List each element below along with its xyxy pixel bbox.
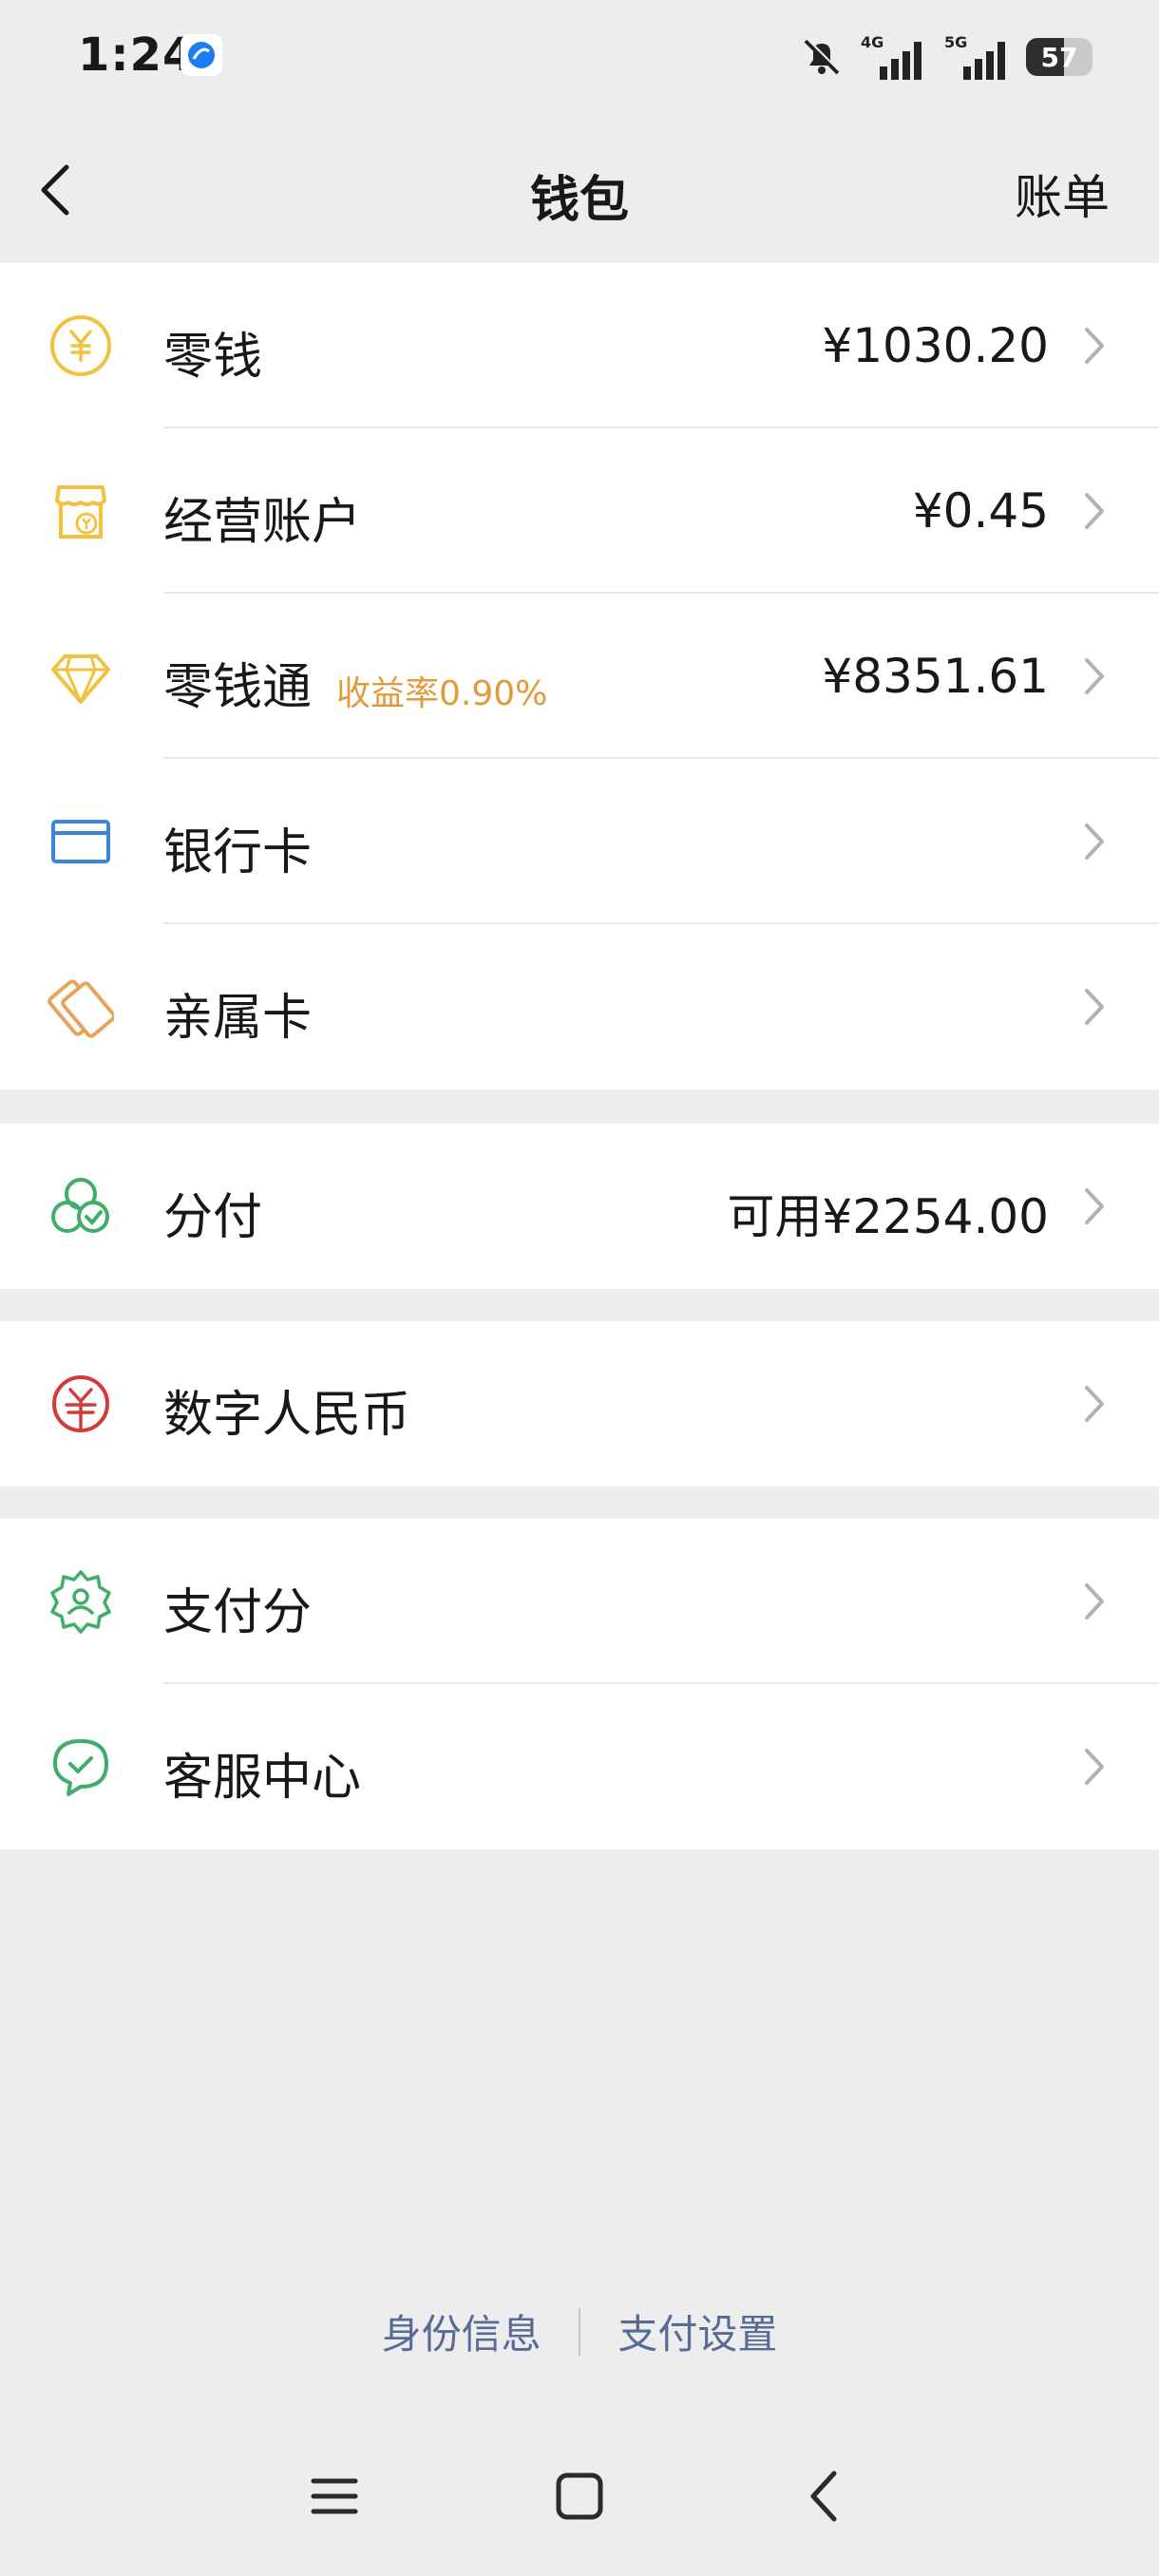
- wallet-item-lingqiantong[interactable]: 零钱通 收益率0.90% ¥8351.61: [0, 594, 1159, 759]
- status-time: 1:24: [78, 28, 196, 82]
- home-icon[interactable]: [542, 2458, 618, 2534]
- signal-4g-icon: 4G: [861, 33, 922, 80]
- chevron-right-icon: [1085, 1583, 1104, 1619]
- battery-level: 57: [1040, 41, 1078, 73]
- item-label: 支付分: [163, 1584, 313, 1641]
- item-label: 银行卡: [163, 824, 313, 881]
- family-card-icon: [48, 979, 114, 1038]
- chevron-right-icon: [1085, 658, 1104, 694]
- wallet-main-group: 零钱 ¥1030.20 经营账户 ¥0.45 零钱通 收益率0.90% ¥8351…: [0, 263, 1159, 1089]
- yuan-coin-icon: [50, 315, 111, 376]
- digital-rmb-group: 数字人民币: [0, 1321, 1159, 1487]
- battery-icon: 57: [1026, 38, 1092, 76]
- item-value: ¥8351.61: [822, 649, 1049, 704]
- digital-rmb-icon: [52, 1375, 109, 1432]
- wallet-item-fenfu[interactable]: 分付 可用¥2254.00: [0, 1124, 1159, 1289]
- status-icons: 4G 5G 57: [800, 28, 1092, 85]
- page-title: 钱包: [529, 172, 629, 229]
- payment-settings-link[interactable]: 支付设置: [618, 2302, 777, 2360]
- mute-bell-icon: [804, 38, 841, 75]
- chevron-right-icon: [1085, 989, 1104, 1025]
- menu-icon[interactable]: [296, 2458, 372, 2534]
- bank-card-icon: [51, 820, 110, 863]
- shop-account-icon: [55, 485, 106, 539]
- installment-group: 分付 可用¥2254.00: [0, 1124, 1159, 1289]
- network-5g-label: 5G: [944, 33, 967, 51]
- nav-back-icon[interactable]: [787, 2458, 863, 2534]
- chevron-right-icon: [1085, 493, 1104, 529]
- item-label: 亲属卡: [163, 990, 313, 1047]
- wallet-item-customer-service[interactable]: 客服中心: [0, 1684, 1159, 1849]
- footer-links: 身份信息 支付设置: [0, 2302, 1159, 2360]
- customer-service-icon: [53, 1739, 108, 1796]
- wallet-item-business-account[interactable]: 经营账户 ¥0.45: [0, 428, 1159, 594]
- footer-divider: [579, 2307, 580, 2356]
- item-value: 可用¥2254.00: [727, 1189, 1049, 1244]
- item-value: ¥0.45: [912, 483, 1049, 539]
- wallet-item-change[interactable]: 零钱 ¥1030.20: [0, 263, 1159, 428]
- item-label-text: 零钱通: [163, 659, 313, 716]
- bill-button[interactable]: 账单: [1015, 160, 1110, 228]
- item-label: 分付: [163, 1189, 263, 1246]
- wallet-item-payscore[interactable]: 支付分: [0, 1519, 1159, 1684]
- wallet-item-bank-card[interactable]: 银行卡: [0, 759, 1159, 924]
- diamond-icon: [51, 654, 110, 704]
- wallet-item-family-card[interactable]: 亲属卡: [0, 924, 1159, 1089]
- item-label: 经营账户: [163, 494, 362, 551]
- item-label: 零钱通 收益率0.90%: [163, 647, 547, 718]
- chevron-right-icon: [1085, 824, 1104, 860]
- chevron-right-icon: [1085, 1188, 1104, 1224]
- installment-icon: [51, 1178, 109, 1233]
- item-label: 零钱: [163, 329, 263, 386]
- status-bar: 1:24 4G 5G 57: [0, 0, 1159, 114]
- chevron-right-icon: [1085, 1749, 1104, 1785]
- item-label: 客服中心: [163, 1750, 362, 1807]
- item-label: 数字人民币: [163, 1387, 411, 1444]
- chevron-right-icon: [1085, 328, 1104, 364]
- network-4g-label: 4G: [861, 33, 884, 51]
- nav-header: 钱包 账单: [0, 114, 1159, 263]
- wallet-item-digital-rmb[interactable]: 数字人民币: [0, 1321, 1159, 1487]
- app-notification-icon: [180, 34, 222, 76]
- yield-rate-tag: 收益率0.90%: [336, 674, 548, 713]
- chevron-right-icon: [1085, 1386, 1104, 1422]
- signal-5g-icon: 5G: [944, 33, 1005, 80]
- services-group: 支付分 客服中心: [0, 1519, 1159, 1849]
- identity-info-link[interactable]: 身份信息: [382, 2302, 542, 2360]
- item-value: ¥1030.20: [822, 318, 1049, 373]
- payscore-icon: [50, 1570, 111, 1634]
- system-nav-bar: [0, 2451, 1159, 2546]
